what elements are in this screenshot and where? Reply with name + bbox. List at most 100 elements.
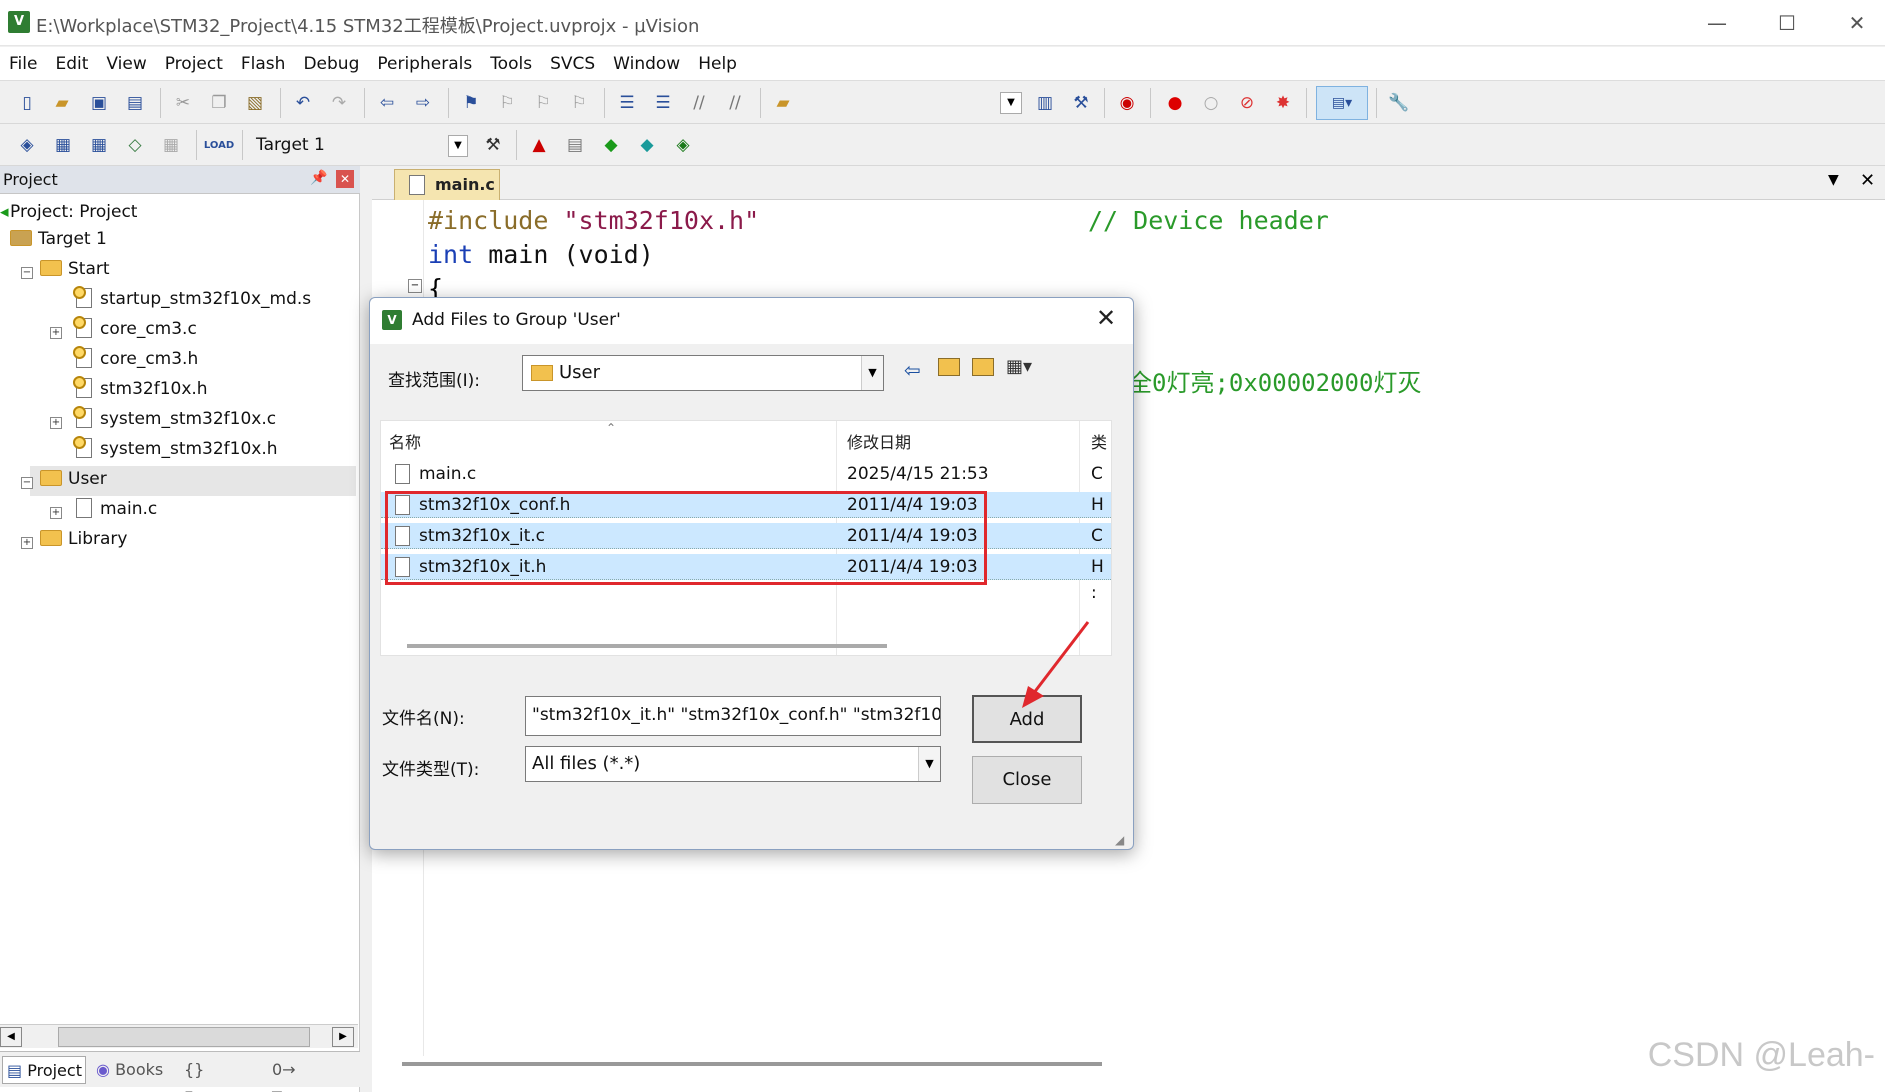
collapse-start-icon[interactable]: − [21,267,33,279]
menu-file[interactable]: File [0,47,46,81]
list-hscroll-thumb[interactable] [407,644,887,648]
nav-back-icon[interactable]: ⇦ [374,90,400,116]
menu-project[interactable]: Project [156,47,232,81]
tree-file[interactable]: system_stm32f10x.h [73,434,278,464]
minimize-button[interactable]: — [1682,0,1752,46]
breakpoint-icon[interactable]: ● [1162,90,1188,116]
menu-window[interactable]: Window [604,47,689,81]
tab-templates[interactable]: 0→ Temp... [268,1056,358,1092]
run-time-environment-icon[interactable]: ◈ [670,132,696,158]
nav-forward-icon[interactable]: ⇨ [410,90,436,116]
manage-components-icon[interactable]: ▲ [526,132,552,158]
save-icon[interactable]: ▣ [86,90,112,116]
kill-breakpoints-icon[interactable]: ✸ [1270,90,1296,116]
close-window-button[interactable]: ✕ [1822,0,1885,46]
find-combo-dropdown-icon[interactable]: ▼ [1000,92,1022,114]
target-options-icon[interactable]: ⚒ [480,132,506,158]
menu-help[interactable]: Help [689,47,746,81]
menu-edit[interactable]: Edit [46,47,97,81]
build-icon[interactable]: ▦ [50,132,76,158]
close-panel-icon[interactable]: ✕ [336,170,354,188]
replace-icon[interactable]: ⚒ [1068,90,1094,116]
project-hscrollbar[interactable]: ◀ ▶ [0,1024,358,1048]
tree-group-user[interactable]: User [40,464,107,494]
save-all-icon[interactable]: ▤ [122,90,148,116]
comment-icon[interactable]: // [686,90,712,116]
tree-file[interactable]: stm32f10x.h [73,374,208,404]
undo-icon[interactable]: ↶ [290,90,316,116]
close-button[interactable]: Close [972,756,1082,804]
expand-icon[interactable]: + [50,507,62,519]
tab-books[interactable]: ◉ Books [92,1056,174,1084]
menu-svcs[interactable]: SVCS [541,47,604,81]
look-in-combo[interactable]: User ▼ [522,355,884,391]
editor-hscroll-thumb[interactable] [402,1062,1102,1066]
resize-grip-icon[interactable]: ◢ [1115,833,1124,847]
bookmark-icon[interactable]: ⚑ [458,90,484,116]
prev-bookmark-icon[interactable]: ⚐ [494,90,520,116]
debug-session-icon[interactable]: ◉ [1114,90,1140,116]
back-arrow-icon[interactable]: ⇦ [904,358,921,382]
copy-icon[interactable]: ❐ [206,90,232,116]
tabs-dropdown-icon[interactable]: ▼ [1828,172,1839,188]
maximize-button[interactable]: ☐ [1752,0,1822,46]
window-layout-icon[interactable]: ▤▾ [1316,86,1368,120]
column-type[interactable]: 类 [1091,429,1107,453]
indent-icon[interactable]: ☰ [614,90,640,116]
uncomment-icon[interactable]: // [722,90,748,116]
file-row[interactable]: main.c 2025/4/15 21:53 C : [381,461,1111,510]
disable-breakpoint-icon[interactable]: ○ [1198,90,1224,116]
code-line-2[interactable]: int main (void) [428,238,654,272]
tree-file[interactable]: core_cm3.h [73,344,198,374]
disable-all-breakpoints-icon[interactable]: ⊘ [1234,90,1260,116]
tree-group-library[interactable]: Library [40,524,127,554]
scroll-right-icon[interactable]: ▶ [332,1027,354,1047]
paste-icon[interactable]: ▧ [242,90,268,116]
batch-build-icon[interactable]: ◇ [122,132,148,158]
filetype-combo[interactable]: All files (*.*) ▼ [525,746,941,782]
column-modified[interactable]: 修改日期 [847,429,911,453]
filename-input[interactable]: "stm32f10x_it.h" "stm32f10x_conf.h" "stm… [525,696,941,736]
next-bookmark-icon[interactable]: ⚐ [530,90,556,116]
column-name[interactable]: 名称 [389,429,421,453]
scroll-left-icon[interactable]: ◀ [0,1027,22,1047]
fold-icon[interactable]: − [408,279,422,293]
new-file-icon[interactable]: ▯ [14,90,40,116]
tree-project-root[interactable]: ◂Project: Project [0,197,137,227]
tree-group-start[interactable]: Start [40,254,110,284]
menu-view[interactable]: View [97,47,155,81]
cut-icon[interactable]: ✂ [170,90,196,116]
tab-main-c[interactable]: main.c [394,169,500,200]
view-menu-icon[interactable]: ▦▾ [1006,356,1032,377]
configure-icon[interactable]: 🔧 [1386,90,1412,116]
tree-file[interactable]: startup_stm32f10x_md.s [73,284,311,314]
menu-tools[interactable]: Tools [481,47,541,81]
tab-project[interactable]: ▤ Project [2,1056,86,1084]
select-packs-icon[interactable]: ◆ [598,132,624,158]
tree-file[interactable]: core_cm3.c [73,314,197,344]
clear-bookmarks-icon[interactable]: ⚐ [566,90,592,116]
tree-target[interactable]: Target 1 [0,224,107,254]
scroll-thumb[interactable] [58,1027,310,1047]
expand-icon[interactable]: + [50,417,62,429]
code-line-1[interactable]: #include "stm32f10x.h" [428,204,759,238]
find-icon[interactable]: ▥ [1032,90,1058,116]
expand-icon[interactable]: + [50,327,62,339]
pin-icon[interactable]: 📌 [310,170,327,186]
target-select[interactable]: Target 1 ▼ [246,129,470,161]
new-folder-icon[interactable] [972,358,994,376]
rebuild-icon[interactable]: ▦ [86,132,112,158]
pack-installer-icon[interactable]: ◆ [634,132,660,158]
dialog-close-icon[interactable]: ✕ [1096,304,1116,332]
tree-file[interactable]: main.c [76,494,157,524]
menu-flash[interactable]: Flash [232,47,295,81]
open-file-icon[interactable]: ▰ [49,90,75,116]
translate-icon[interactable]: ◈ [14,132,40,158]
menu-debug[interactable]: Debug [294,47,368,81]
menu-peripherals[interactable]: Peripherals [368,47,481,81]
download-load-icon[interactable]: LOAD [204,132,234,158]
tab-functions[interactable]: {} Func... [180,1056,262,1092]
expand-library-icon[interactable]: + [21,537,33,549]
collapse-user-icon[interactable]: − [21,477,33,489]
unindent-icon[interactable]: ☰ [650,90,676,116]
